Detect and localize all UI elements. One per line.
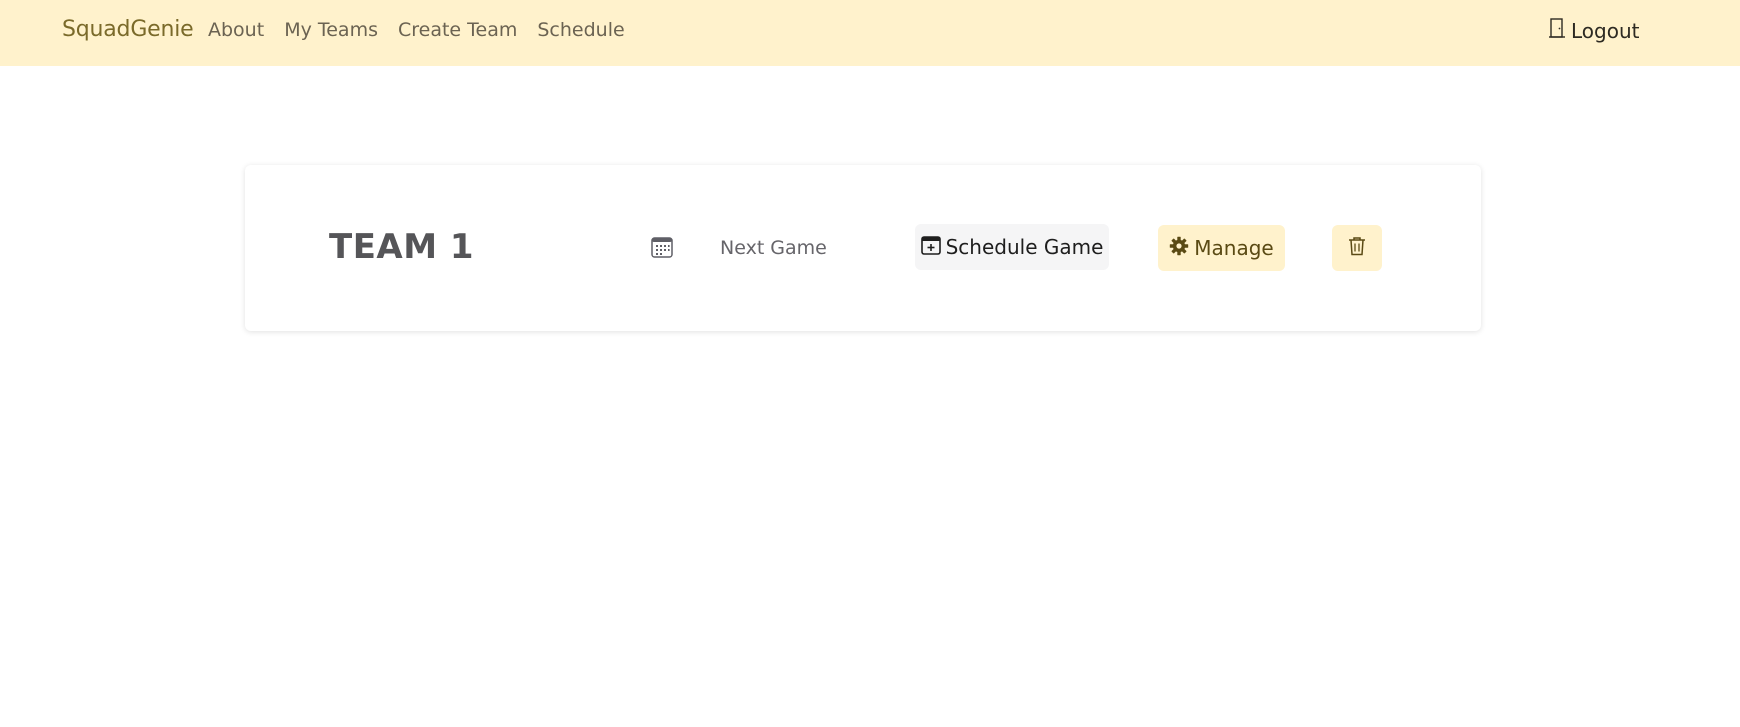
next-game-label: Next Game	[720, 237, 827, 259]
calendar-icon	[651, 236, 673, 262]
trash-icon	[1348, 236, 1366, 261]
nav-link-create-team[interactable]: Create Team	[398, 19, 517, 41]
manage-label: Manage	[1194, 236, 1274, 260]
logout-label: Logout	[1571, 18, 1640, 43]
schedule-game-label: Schedule Game	[945, 235, 1104, 259]
nav-link-schedule[interactable]: Schedule	[537, 19, 624, 41]
nav-link-about[interactable]: About	[208, 19, 264, 41]
team-name: TEAM 1	[329, 227, 475, 267]
team-card: TEAM 1 Next Game Schedule Game Manage	[245, 165, 1481, 331]
navbar: SquadGenie About My Teams Create Team Sc…	[0, 0, 1740, 66]
nav-links: About My Teams Create Team Schedule	[208, 19, 645, 41]
gear-icon	[1169, 236, 1194, 261]
delete-team-button[interactable]	[1332, 225, 1382, 271]
door-icon	[1549, 18, 1571, 43]
logout-button[interactable]: Logout	[1549, 18, 1639, 43]
nav-link-my-teams[interactable]: My Teams	[284, 19, 378, 41]
schedule-game-button[interactable]: Schedule Game	[915, 224, 1109, 270]
manage-button[interactable]: Manage	[1158, 225, 1285, 271]
calendar-plus-icon	[920, 235, 946, 260]
brand-logo[interactable]: SquadGenie	[62, 17, 194, 42]
